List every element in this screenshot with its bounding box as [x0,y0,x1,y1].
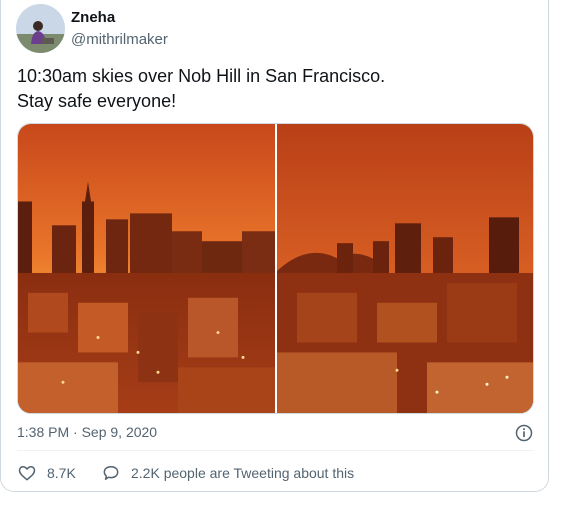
divider [17,450,534,451]
author-name[interactable]: Zneha [71,9,115,26]
tweet-card[interactable]: Zneha @mithrilmaker 10:30am skies over N… [0,0,549,492]
tweet-text: 10:30am skies over Nob Hill in San Franc… [17,64,385,114]
heart-icon [18,465,36,481]
timestamp[interactable]: 1:38 PM · Sep 9, 2020 [17,424,157,440]
conversation-link[interactable]: 2.2K people are Tweeting about this [101,463,354,483]
conversation-text: 2.2K people are Tweeting about this [131,465,355,481]
like-count: 8.7K [47,465,76,481]
speech-bubble-icon [103,466,119,480]
avatar-image [16,4,65,53]
tweet-text-line: Stay safe everyone! [17,91,177,111]
photo-right[interactable] [277,124,534,413]
tweet-text-line: 10:30am skies over Nob Hill in San Franc… [17,66,386,86]
media-grid [17,123,534,414]
like-button[interactable]: 8.7K [17,463,76,483]
author-handle[interactable]: @mithrilmaker [71,31,168,48]
info-icon[interactable] [514,423,534,443]
avatar[interactable] [16,4,65,53]
photo-left[interactable] [18,124,275,413]
